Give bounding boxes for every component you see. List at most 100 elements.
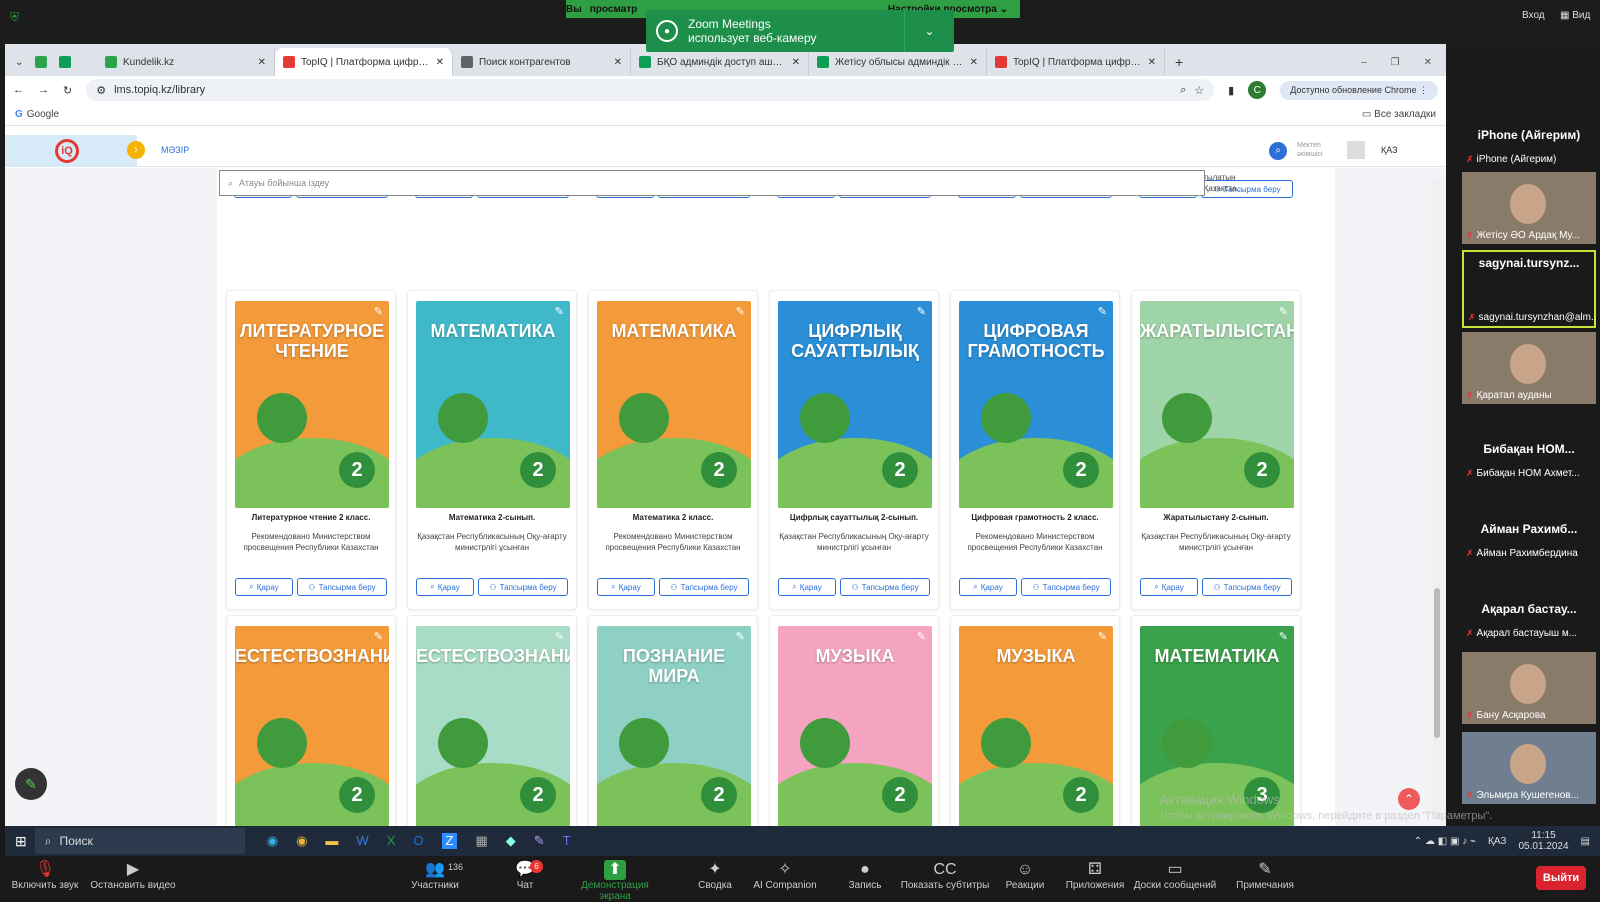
edit-icon[interactable]: ✎ [374, 630, 383, 643]
companion-control[interactable]: ✧ AI Companion [740, 860, 830, 891]
browser-tab[interactable]: TopIQ | Платформа цифровы ✕ [275, 48, 453, 76]
share-control[interactable]: ⬆ Демонстрация экрана [570, 860, 660, 902]
video-control[interactable]: ▶ Остановить видео [88, 860, 178, 891]
book-cover[interactable]: МУЗЫКА 2 ✎ [959, 626, 1113, 826]
browser-tab[interactable]: Kundelik.kz ✕ [97, 48, 275, 76]
view-button[interactable]: ▦ Вид [1560, 10, 1590, 21]
notifications-icon[interactable]: ▤ [1581, 836, 1590, 847]
notes-control[interactable]: ✎ Примечания [1220, 860, 1310, 891]
restore-icon[interactable]: ❐ [1391, 57, 1400, 68]
edit-icon[interactable]: ✎ [374, 305, 383, 318]
assign-button[interactable]: ⚇Тапсырма беру [659, 578, 749, 596]
view-button[interactable]: ⌕Қарау [959, 578, 1017, 596]
edit-icon[interactable]: ✎ [736, 305, 745, 318]
edit-icon[interactable]: ✎ [555, 305, 564, 318]
edit-icon[interactable]: ✎ [917, 630, 926, 643]
cc-control[interactable]: CC Показать субтитры [900, 860, 990, 891]
mic-off-control[interactable]: 🎙 Включить звук [0, 860, 90, 891]
view-button[interactable]: ⌕Қарау [778, 578, 836, 596]
login-button[interactable]: Вход [1522, 10, 1545, 21]
scrollbar-thumb[interactable] [1434, 588, 1440, 738]
view-button[interactable]: ⌕Қарау [235, 578, 293, 596]
assign-button[interactable]: ⚇Тапсырма беру [840, 578, 930, 596]
view-button[interactable]: ⌕Қарау [597, 578, 655, 596]
scroll-top-button[interactable]: ⌃ [1398, 788, 1420, 810]
reload-icon[interactable]: ↻ [63, 84, 72, 97]
book-cover[interactable]: МАТЕМАТИКА 2 ✎ [597, 301, 751, 508]
record-control[interactable]: ● Запись [820, 860, 910, 891]
chrome-icon[interactable]: ◉ [296, 833, 307, 849]
book-title[interactable]: Математика 2-сынып. [414, 513, 570, 522]
view-button[interactable]: ⌕Қарау [416, 578, 474, 596]
edit-icon[interactable]: ✎ [1279, 305, 1288, 318]
taskbar-search[interactable]: ⌕ Поиск [34, 828, 245, 854]
excel-icon[interactable]: X [387, 833, 396, 849]
participants-control[interactable]: 👥 Участники 136 [390, 860, 480, 891]
view-button[interactable]: ⌕Қарау [1140, 578, 1198, 596]
tray-icons[interactable]: ⌃ ☁ ◧ ▣ ♪ ⌁ [1414, 836, 1476, 847]
tab-close-icon[interactable]: ✕ [792, 57, 800, 68]
zoom-app-icon[interactable]: Z [441, 833, 458, 849]
edit-icon[interactable]: ✎ [1279, 630, 1288, 643]
tab-close-icon[interactable]: ✕ [1148, 57, 1156, 68]
tab-close-icon[interactable]: ✕ [970, 57, 978, 68]
all-bookmarks[interactable]: ▭ Все закладки [1362, 109, 1436, 120]
tab-close-icon[interactable]: ✕ [614, 57, 622, 68]
edge-icon[interactable]: ◉ [267, 833, 278, 849]
calculator-icon[interactable]: ▦ [475, 833, 487, 849]
menu-label[interactable]: МӘЗІР [161, 145, 189, 155]
windows-start-icon[interactable]: ⊞ [15, 833, 27, 850]
site-settings-icon[interactable]: ⚙ [96, 84, 106, 97]
book-cover[interactable]: ЕСТЕСТВОЗНАНИЕ 2 ✎ [235, 626, 389, 826]
profile-avatar[interactable]: C [1248, 81, 1267, 99]
back-icon[interactable]: ← [13, 84, 24, 96]
app-icon[interactable]: ◆ [506, 833, 516, 849]
sidepanel-icon[interactable]: ▮ [1228, 84, 1234, 97]
participant-tile[interactable]: Ақарал бастау... ✗ Ақарал бастауыш м... [1462, 598, 1596, 658]
book-title[interactable]: Жаратылыстану 2-сынып. [1138, 513, 1294, 522]
outlook-icon[interactable]: O [413, 833, 423, 849]
star-icon[interactable]: ☆ [1194, 84, 1204, 97]
browser-tab[interactable]: Жетісу облысы админдік дост ✕ [809, 48, 987, 76]
topiq-logo[interactable]: iQ [55, 139, 79, 163]
tab-close-icon[interactable]: ✕ [258, 57, 266, 68]
new-tab-button[interactable]: + [1175, 54, 1183, 70]
pencil-icon[interactable]: ✎ [15, 768, 47, 800]
language-switch[interactable]: ҚАЗ [1381, 145, 1398, 155]
book-cover[interactable]: ЦИФРОВАЯ ГРАМОТНОСТЬ 2 ✎ [959, 301, 1113, 508]
zoom-icon[interactable]: ⌕ [1180, 84, 1186, 97]
book-cover[interactable]: ЖАРАТЫЛЫСТАНУ 2 ✎ [1140, 301, 1294, 508]
tab-search-icon[interactable]: ⌄ [15, 57, 23, 68]
chat-control[interactable]: 💬 Чат 6 [480, 860, 570, 891]
browser-tab[interactable]: БҚО админдік доступ ашу (От ✕ [631, 48, 809, 76]
book-cover[interactable]: ПОЗНАНИЕ МИРА 2 ✎ [597, 626, 751, 826]
apps-control[interactable]: ⚃ Приложения [1050, 860, 1140, 891]
edit-icon[interactable]: ✎ [1098, 305, 1107, 318]
edit-icon[interactable]: ✎ [555, 630, 564, 643]
folder-icon[interactable]: ▬ [325, 833, 338, 849]
browser-tab[interactable]: TopIQ | Платформа цифровы ✕ [987, 48, 1165, 76]
tab-close-icon[interactable]: ✕ [436, 57, 444, 68]
clock[interactable]: 11:15 05.01.2024 [1518, 830, 1568, 852]
assign-button[interactable]: ⚇Тапсырма беру [1021, 578, 1111, 596]
book-cover[interactable]: МАТЕМАТИКА 2 ✎ [416, 301, 570, 508]
book-cover[interactable]: ЛИТЕРАТУРНОЕ ЧТЕНИЕ 2 ✎ [235, 301, 389, 508]
edit-icon[interactable]: ✎ [917, 305, 926, 318]
forward-icon[interactable]: → [38, 84, 49, 96]
assign-button[interactable]: ⚇Тапсырма беру [297, 578, 387, 596]
pinned-sheet-icon[interactable] [59, 56, 72, 68]
participant-tile[interactable]: sagynai.tursynz... ✗ sagynai.tursynzhan@al… [1462, 250, 1596, 328]
participant-tile[interactable]: Бибақан НОМ... ✗ Бибақан НОМ Ахмет... [1462, 438, 1596, 498]
whiteboards-control[interactable]: ▭ Доски сообщений [1130, 860, 1220, 891]
pen-app-icon[interactable]: ✎ [534, 833, 545, 849]
site-search-icon[interactable]: ⌕ [1269, 142, 1287, 160]
book-title[interactable]: Цифрлық сауаттылық 2-сынып. [776, 513, 932, 522]
book-title[interactable]: Литературное чтение 2 класс. [233, 513, 389, 522]
book-cover[interactable]: МУЗЫКА 2 ✎ [778, 626, 932, 826]
chevron-right-icon[interactable]: › [127, 141, 145, 159]
book-cover[interactable]: ЦИФРЛЫҚ САУАТТЫЛЫҚ 2 ✎ [778, 301, 932, 508]
edit-icon[interactable]: ✎ [1098, 630, 1107, 643]
leave-button[interactable]: Выйти [1536, 866, 1586, 890]
teams-icon[interactable]: T [563, 833, 571, 849]
omnibox[interactable]: ⚙ lms.topiq.kz/library ⌕ ☆ [86, 79, 1215, 101]
